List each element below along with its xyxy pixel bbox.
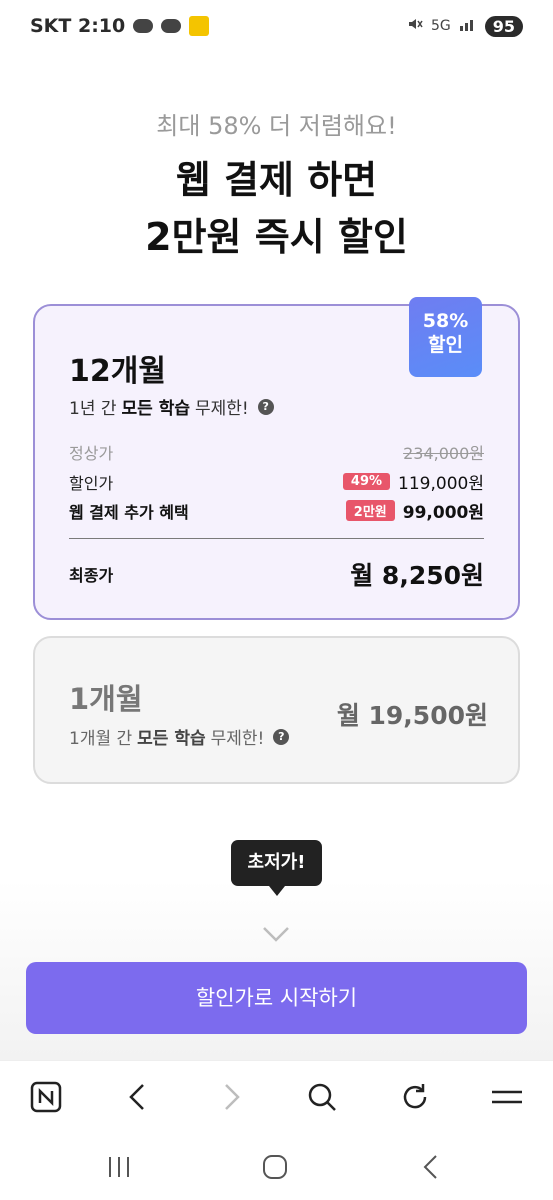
help-icon[interactable]: ? <box>273 728 290 745</box>
battery-indicator: 95 <box>484 15 523 37</box>
discount-price-value: 119,000원 <box>398 474 484 494</box>
status-time: SKT 2:10 <box>30 15 126 37</box>
web-benefit-tag: 2만원 <box>345 500 395 521</box>
title-line-1: 웹 결제 하면 <box>175 158 378 202</box>
normal-price-label: 정상가 <box>69 444 114 463</box>
recent-apps-icon[interactable] <box>102 1150 136 1184</box>
status-left: SKT 2:10 <box>30 15 210 37</box>
plan-desc-bold: 모든 학습 <box>137 729 206 749</box>
home-icon[interactable] <box>258 1150 292 1184</box>
plan-card-12-months[interactable]: 58% 할인 12개월 1년 간 모든 학습 무제한! ? 정상가 234,00… <box>33 297 520 620</box>
discount-price-label: 할인가 <box>69 473 114 493</box>
plan-description: 1개월 간 모든 학습 무제한! ? <box>69 724 290 749</box>
plan-card-1-month[interactable]: 1개월 1개월 간 모든 학습 무제한! ? 월 19,500원 <box>33 636 520 784</box>
plan-name: 1개월 <box>69 682 143 716</box>
page-subtitle: 최대 58% 더 저렴해요! <box>156 112 397 140</box>
mute-icon <box>407 16 423 36</box>
discount-badge-label: 할인 <box>428 334 463 356</box>
page-title: 웹 결제 하면 2만원 즉시 할인 <box>0 152 553 266</box>
plan-desc-suffix: 무제한! <box>194 399 249 419</box>
lowest-price-tooltip: 초저가! <box>231 840 322 896</box>
plan-desc-suffix: 무제한! <box>210 729 265 749</box>
plan-desc-bold: 모든 학습 <box>121 399 190 419</box>
price-row-discount: 할인가 49% 119,000원 <box>69 469 484 494</box>
final-price-value: 월 8,250원 <box>350 561 484 590</box>
forward-icon[interactable] <box>211 1077 251 1117</box>
price-row-final: 최종가 월 8,250원 <box>69 556 484 592</box>
monthly-price: 월 19,500원 <box>336 701 488 730</box>
status-bar: SKT 2:10 5G 95 <box>0 0 553 52</box>
price-row-web-benefit: 웹 결제 추가 혜택 2만원 99,000원 <box>69 498 484 523</box>
plan-desc-prefix: 1개월 간 <box>69 729 133 749</box>
notification-app-icon <box>189 16 210 36</box>
web-benefit-value: 99,000원 <box>402 503 484 523</box>
refresh-icon[interactable] <box>395 1077 435 1117</box>
network-type-icon: 5G <box>430 18 451 34</box>
status-right: 5G 95 <box>407 15 523 37</box>
start-discount-button[interactable]: 할인가로 시작하기 <box>26 962 527 1034</box>
search-icon[interactable] <box>302 1077 342 1117</box>
menu-icon[interactable] <box>487 1077 527 1117</box>
web-benefit-label: 웹 결제 추가 혜택 <box>69 502 189 522</box>
discount-price-group: 49% 119,000원 <box>342 469 484 494</box>
back-icon[interactable] <box>118 1077 158 1117</box>
signal-icon <box>459 17 477 35</box>
discount-rate-tag: 49% <box>342 473 391 490</box>
normal-price-value: 234,000원 <box>403 444 484 463</box>
plan-desc-prefix: 1년 간 <box>69 399 117 419</box>
plan-name: 12개월 <box>69 354 166 389</box>
divider <box>69 538 484 539</box>
system-navigation-bar <box>0 1134 553 1200</box>
chevron-down-icon[interactable] <box>262 920 290 948</box>
browser-toolbar <box>0 1060 553 1134</box>
discount-badge-percent: 58% <box>422 310 469 332</box>
price-row-normal: 정상가 234,000원 <box>69 440 484 464</box>
naver-n-icon[interactable] <box>26 1077 66 1117</box>
web-benefit-group: 2만원 99,000원 <box>345 498 484 523</box>
notification-cloud-icon <box>161 19 182 33</box>
system-back-icon[interactable] <box>414 1150 448 1184</box>
discount-badge: 58% 할인 <box>409 297 482 377</box>
title-line-2: 2만원 즉시 할인 <box>145 215 408 259</box>
final-price-label: 최종가 <box>69 566 114 585</box>
plan-description: 1년 간 모든 학습 무제한! ? <box>69 394 274 419</box>
notification-cloud-icon <box>133 19 154 33</box>
help-icon[interactable]: ? <box>257 398 274 415</box>
